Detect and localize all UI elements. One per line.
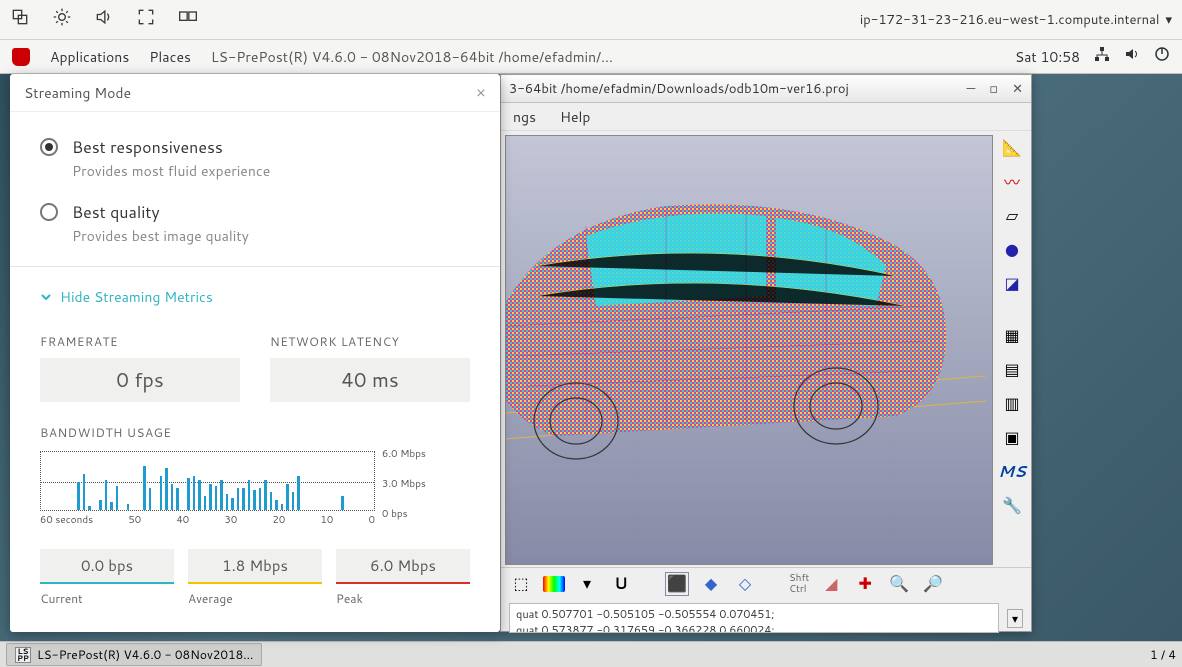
tool-shade-icon[interactable]: ⬛ <box>665 572 689 596</box>
framerate-metric: FRAMERATE 0 fps <box>40 333 240 402</box>
volume-icon[interactable] <box>94 7 114 33</box>
tool-surface-icon[interactable]: ▱ <box>1000 203 1024 227</box>
radio-icon <box>40 138 58 156</box>
app-icon: LS PP <box>15 647 31 663</box>
tool-pick-icon[interactable]: 🔎 <box>921 572 945 596</box>
command-dropdown-icon[interactable]: ▾ <box>1007 609 1023 628</box>
tool-center-icon[interactable]: ✚ <box>853 572 877 596</box>
chevron-down-icon <box>40 291 52 303</box>
hostname-label[interactable]: ip-172-31-23-216.eu-west-1.compute.inter… <box>860 11 1160 29</box>
window-titlebar[interactable]: 3-64bit /home/efadmin/Downloads/odb10m-v… <box>501 75 1031 103</box>
bandwidth-chart: 60 seconds50403020100 6.0 Mbps3.0 Mbps0 … <box>40 451 470 529</box>
tool-unref-icon[interactable]: U <box>609 572 633 596</box>
tool-favorite-icon[interactable]: 🔧 <box>1000 493 1024 517</box>
tool-iso-icon[interactable]: ◆ <box>699 572 723 596</box>
task-label: LS-PrePost(R) V4.6.0 - 08Nov2018... <box>37 646 253 663</box>
tool-perspective-icon[interactable]: ⬚ <box>509 572 533 596</box>
streaming-mode-panel: Streaming Mode × Best responsiveness Pro… <box>10 74 500 632</box>
bw-peak: 6.0 Mbps Peak <box>336 549 470 607</box>
radio-icon <box>40 203 58 221</box>
maximize-icon[interactable]: ▫ <box>989 80 998 98</box>
chevron-down-icon[interactable]: ▾ <box>575 572 599 596</box>
tool-block-icon[interactable]: ◪ <box>1000 271 1024 295</box>
tool-zoom-icon[interactable]: 🔍 <box>887 572 911 596</box>
right-toolbar: 📐 〰 ▱ ● ◪ ▦ ▤ ▥ ▣ MS 🔧 <box>997 135 1027 517</box>
tool-ref-icon[interactable]: 📐 <box>1000 135 1024 159</box>
tool-contour-icon[interactable] <box>543 576 565 592</box>
minimize-icon[interactable]: — <box>966 80 975 98</box>
bw-average: 1.8 Mbps Average <box>188 549 322 607</box>
clock[interactable]: Sat 10:58 <box>1015 47 1080 67</box>
latency-metric: NETWORK LATENCY 40 ms <box>270 333 470 402</box>
tool-curve-icon[interactable]: 〰 <box>1000 169 1024 193</box>
3d-viewport[interactable] <box>505 135 993 565</box>
radio-subtitle: Provides most fluid experience <box>72 161 270 181</box>
sound-icon[interactable] <box>1124 46 1140 67</box>
lsprepost-window: 3-64bit /home/efadmin/Downloads/odb10m-v… <box>500 74 1032 632</box>
network-icon[interactable] <box>1094 46 1110 67</box>
radio-title: Best responsiveness <box>72 136 270 159</box>
fullscreen-icon[interactable] <box>136 7 156 33</box>
bw-current: 0.0 bps Current <box>40 549 174 607</box>
gnome-top-bar: Applications Places LS-PrePost(R) V4.6.0… <box>0 40 1182 74</box>
radio-best-responsiveness[interactable]: Best responsiveness Provides most fluid … <box>40 136 470 181</box>
panel-title: Streaming Mode <box>24 83 131 103</box>
tool-mesh-icon[interactable]: ▦ <box>1000 323 1024 347</box>
bottom-taskbar: LS PP LS-PrePost(R) V4.6.0 - 08Nov2018..… <box>0 641 1182 667</box>
shft-ctrl-label: Shft Ctrl <box>789 573 809 595</box>
workspace-indicator[interactable]: 1 / 4 <box>1150 646 1176 663</box>
multimonitor-icon[interactable] <box>178 7 198 33</box>
active-app-title[interactable]: LS-PrePost(R) V4.6.0 - 08Nov2018-64bit /… <box>211 47 613 67</box>
close-icon[interactable]: ✕ <box>1012 80 1023 98</box>
menu-help[interactable]: Help <box>560 107 590 127</box>
radio-title: Best quality <box>72 201 249 224</box>
close-icon[interactable]: × <box>476 81 486 104</box>
taskbar-item-lsprepost[interactable]: LS PP LS-PrePost(R) V4.6.0 - 08Nov2018..… <box>6 643 262 666</box>
command-output: quat 0.507701 -0.505105 -0.505554 0.0704… <box>509 603 999 633</box>
window-title: 3-64bit /home/efadmin/Downloads/odb10m-v… <box>509 80 849 98</box>
menu-settings[interactable]: ngs <box>513 107 536 127</box>
bandwidth-label: BANDWIDTH USAGE <box>40 424 470 441</box>
chevron-down-icon: ▾ <box>1165 11 1172 29</box>
tool-post-icon[interactable]: ▤ <box>1000 357 1024 381</box>
tool-erase-icon[interactable]: ◢ <box>819 572 843 596</box>
divider <box>10 266 500 267</box>
gear-icon[interactable] <box>52 7 72 33</box>
redhat-icon <box>12 48 30 66</box>
radio-best-quality[interactable]: Best quality Provides best image quality <box>40 201 470 246</box>
remote-session-toolbar: ip-172-31-23-216.eu-west-1.compute.inter… <box>0 0 1182 40</box>
radio-subtitle: Provides best image quality <box>72 226 249 246</box>
tool-model-icon[interactable]: ▣ <box>1000 425 1024 449</box>
places-menu[interactable]: Places <box>149 47 191 67</box>
tool-ident-icon[interactable]: ▥ <box>1000 391 1024 415</box>
tool-solid-icon[interactable]: ● <box>1000 237 1024 261</box>
copy-icon[interactable] <box>10 7 30 33</box>
car-wireframe <box>505 166 986 506</box>
hide-metrics-toggle[interactable]: Hide Streaming Metrics <box>40 287 470 307</box>
applications-menu[interactable]: Applications <box>50 47 129 67</box>
tool-wire-icon[interactable]: ◇ <box>733 572 757 596</box>
bottom-toolbar: ⬚ ▾ U ⬛ ◆ ◇ Shft Ctrl ◢ ✚ 🔍 🔎 <box>501 567 1031 599</box>
tool-ms-icon[interactable]: MS <box>1000 459 1024 483</box>
power-icon[interactable] <box>1154 46 1170 67</box>
app-menubar: ngs Help <box>501 103 1031 131</box>
